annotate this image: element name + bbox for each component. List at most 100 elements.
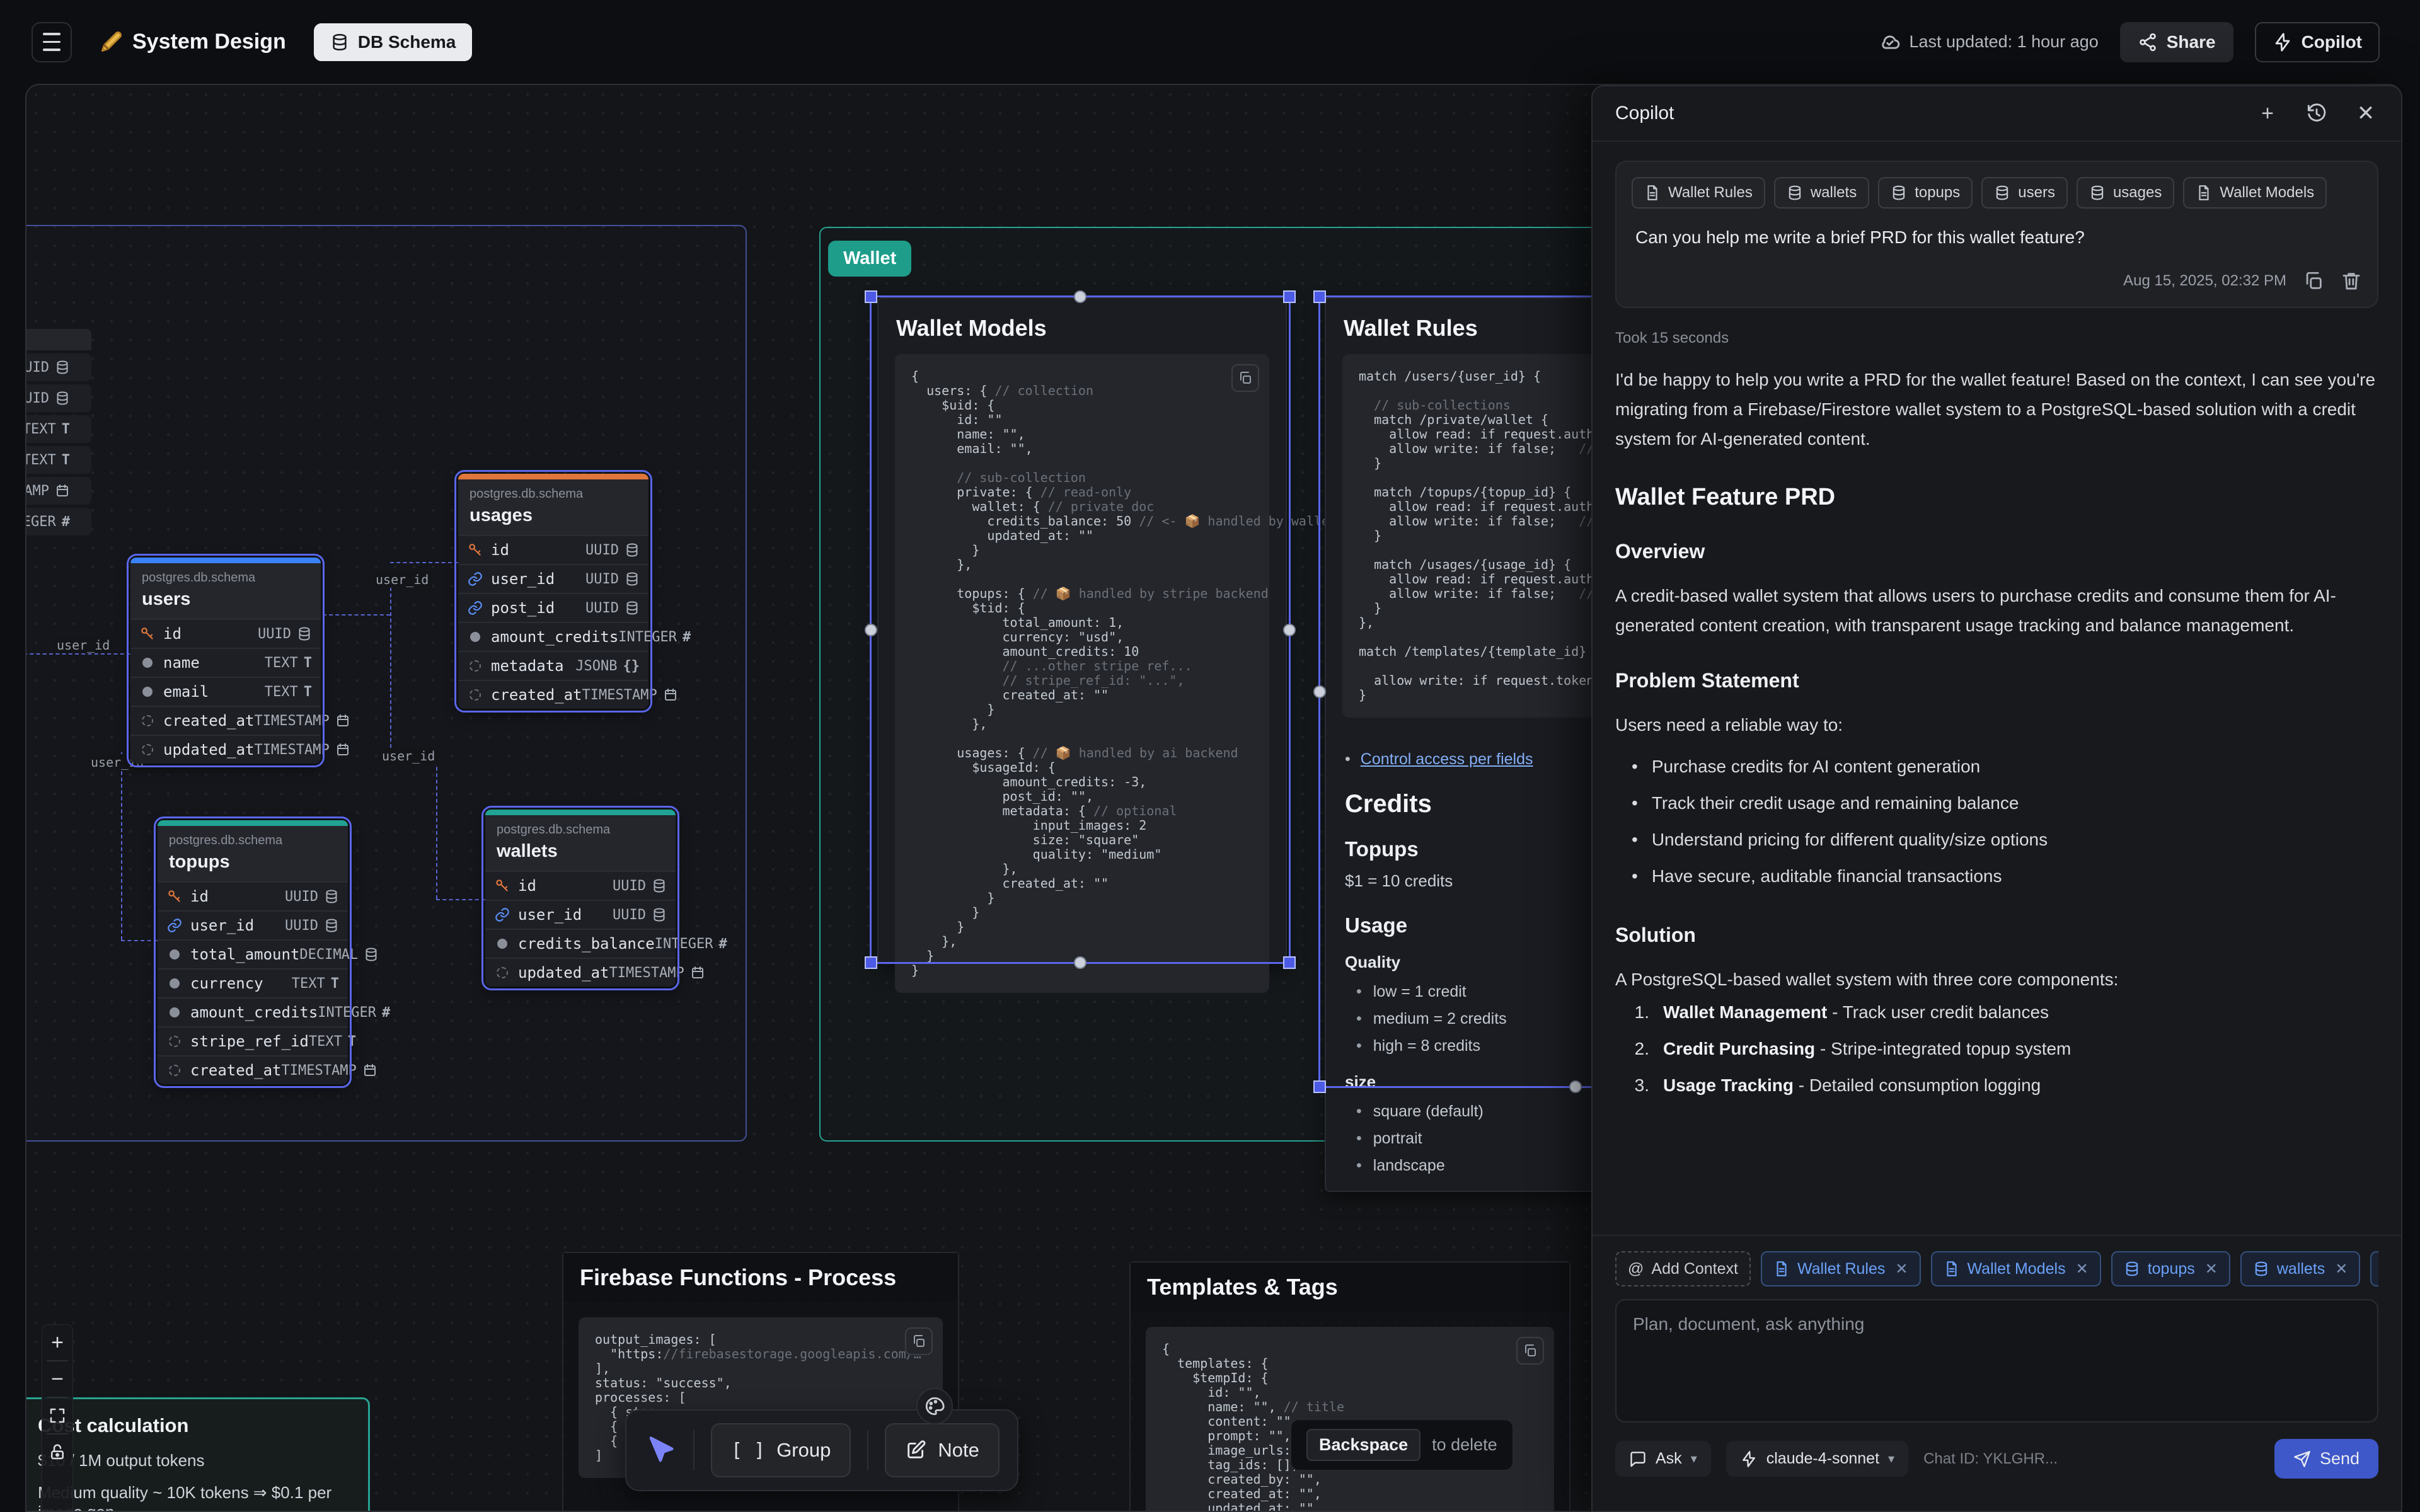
copy-code-button[interactable] (1516, 1337, 1544, 1365)
file-icon (2196, 185, 2212, 201)
remove-chip-button[interactable]: ✕ (1895, 1260, 1908, 1278)
context-chip[interactable]: wallets (1774, 177, 1869, 209)
context-chip[interactable]: Wallet Models (2183, 177, 2327, 209)
table-row[interactable]: updated_atTIMESTAMP (485, 958, 676, 987)
tab-db-schema[interactable]: DB Schema (314, 23, 473, 61)
calendar-type-icon (335, 742, 350, 757)
wallet-models-card[interactable]: Wallet Models { users: { // collection $… (877, 297, 1287, 964)
context-chip[interactable]: topups (1878, 177, 1973, 209)
remove-chip-button[interactable]: ✕ (2076, 1260, 2089, 1278)
database-icon (1891, 185, 1907, 201)
templates-tags-card[interactable]: Templates & Tags { templates: { $tempId:… (1129, 1261, 1570, 1512)
chat-scroll-area[interactable]: Wallet Rules wallets topups users usages… (1593, 143, 2401, 1234)
table-row[interactable]: emailTEXTT (130, 677, 321, 706)
context-chip[interactable]: Wallet Rules✕ (1761, 1251, 1921, 1286)
cost-calculation-note[interactable]: Cost calculation $10 / 1M output tokens … (25, 1397, 370, 1512)
fit-view-button[interactable] (42, 1398, 73, 1433)
history-button[interactable] (2304, 101, 2329, 126)
lock-button[interactable] (42, 1435, 73, 1470)
table-row[interactable]: nameTEXTT (130, 648, 321, 677)
context-chip[interactable]: users (1981, 177, 2068, 209)
prompt-input[interactable]: Plan, document, ask anything (1615, 1299, 2378, 1423)
copy-code-button[interactable] (1231, 364, 1259, 392)
model-select[interactable]: claude-4-sonnet▾ (1726, 1441, 1908, 1477)
close-panel-button[interactable]: ✕ (2353, 101, 2378, 126)
remove-chip-button[interactable]: ✕ (2335, 1260, 2348, 1278)
new-chat-button[interactable]: + (2255, 101, 2280, 126)
context-chip[interactable]: users✕ (2370, 1251, 2378, 1286)
table-row[interactable]: updated_atTIMESTAMP (130, 735, 321, 764)
nullable-icon (169, 1036, 180, 1047)
nullable-icon (497, 967, 508, 978)
delete-message-button[interactable] (2341, 270, 2362, 292)
table-row[interactable]: idUUID (458, 535, 648, 564)
table-row[interactable]: idUUID (485, 871, 676, 900)
table-row[interactable]: user_idUUID (158, 910, 348, 939)
note-tool-button[interactable]: Note (885, 1423, 999, 1477)
bolt-icon (2273, 32, 2293, 52)
context-chip[interactable]: usages (2077, 177, 2174, 209)
zoom-in-button[interactable]: + (42, 1325, 73, 1360)
assistant-response: I'd be happy to help you write a PRD for… (1615, 365, 2378, 1104)
table-users[interactable]: postgres.db.schema users idUUID nameTEXT… (130, 558, 321, 764)
edge-table-row[interactable]: INTEGER# (25, 508, 91, 536)
table-row[interactable]: amount_creditsINTEGER# (158, 997, 348, 1026)
edge-table-row[interactable]: UUID (25, 384, 91, 412)
table-row[interactable]: currencyTEXTT (158, 968, 348, 997)
menu-button[interactable] (32, 22, 72, 62)
send-button[interactable]: Send (2274, 1439, 2378, 1479)
foreign-key-icon (166, 917, 183, 934)
edge-table-row[interactable]: TEXTT (25, 446, 91, 474)
context-chip[interactable]: wallets✕ (2240, 1251, 2361, 1286)
primary-key-icon (494, 878, 510, 894)
table-row[interactable]: created_atTIMESTAMP (458, 680, 648, 709)
response-paragraph: A credit-based wallet system that allows… (1615, 581, 2378, 640)
context-chip[interactable]: Wallet Models✕ (1931, 1251, 2101, 1286)
table-row[interactable]: metadataJSONB{} (458, 651, 648, 680)
table-row[interactable]: user_idUUID (458, 564, 648, 593)
cursor-tool-icon[interactable] (644, 1434, 677, 1467)
wallet-group-label[interactable]: Wallet (828, 241, 911, 277)
connector-label: user_id (372, 571, 432, 588)
table-row[interactable]: post_idUUID (458, 593, 648, 622)
copilot-header: Copilot + ✕ (1593, 86, 2401, 142)
page-title-text: System Design (132, 30, 286, 54)
copy-code-button[interactable] (905, 1327, 933, 1355)
connector-line (390, 562, 458, 563)
zoom-out-button[interactable]: − (42, 1361, 73, 1397)
table-row[interactable]: total_amountDECIMAL (158, 939, 348, 968)
edge-table-row[interactable]: TIMESTAMP (25, 477, 91, 505)
table-row[interactable]: amount_creditsINTEGER# (458, 622, 648, 651)
add-context-button[interactable]: @Add Context (1615, 1251, 1751, 1286)
table-row[interactable]: credits_balanceINTEGER# (485, 929, 676, 958)
context-chip[interactable]: topups✕ (2111, 1251, 2230, 1286)
edge-table-row[interactable]: TEXTT (25, 415, 91, 443)
table-row[interactable]: idUUID (158, 881, 348, 910)
mode-select[interactable]: Ask▾ (1615, 1441, 1711, 1477)
context-chip[interactable]: Wallet Rules (1632, 177, 1765, 209)
response-paragraph: A PostgreSQL-based wallet system with th… (1615, 965, 2378, 994)
copy-icon (1238, 370, 1253, 386)
table-row[interactable]: created_atTIMESTAMP (130, 706, 321, 735)
table-row[interactable]: stripe_ref_idTEXTT (158, 1026, 348, 1055)
share-button[interactable]: Share (2120, 22, 2233, 62)
palette-icon (924, 1395, 945, 1417)
field-icon (170, 1007, 180, 1017)
control-access-link[interactable]: Control access per fields (1361, 750, 1533, 769)
table-topups[interactable]: postgres.db.schema topups idUUID user_id… (158, 820, 348, 1084)
number-type-icon: # (62, 514, 70, 530)
table-usages[interactable]: postgres.db.schema usages idUUID user_id… (458, 474, 648, 709)
table-row[interactable]: idUUID (130, 619, 321, 648)
table-row[interactable]: created_atTIMESTAMP (158, 1055, 348, 1084)
edge-table-row[interactable]: UUID (25, 353, 91, 381)
table-wallets[interactable]: postgres.db.schema wallets idUUID user_i… (485, 810, 676, 987)
database-icon (2089, 185, 2106, 201)
remove-chip-button[interactable]: ✕ (2205, 1260, 2218, 1278)
group-tool-button[interactable]: [ ] Group (711, 1423, 851, 1477)
db-type-icon (625, 571, 640, 587)
copilot-button[interactable]: Copilot (2255, 22, 2380, 62)
palette-button[interactable] (916, 1388, 953, 1424)
copy-message-button[interactable] (2303, 270, 2324, 292)
history-icon (2306, 103, 2327, 124)
table-row[interactable]: user_idUUID (485, 900, 676, 929)
